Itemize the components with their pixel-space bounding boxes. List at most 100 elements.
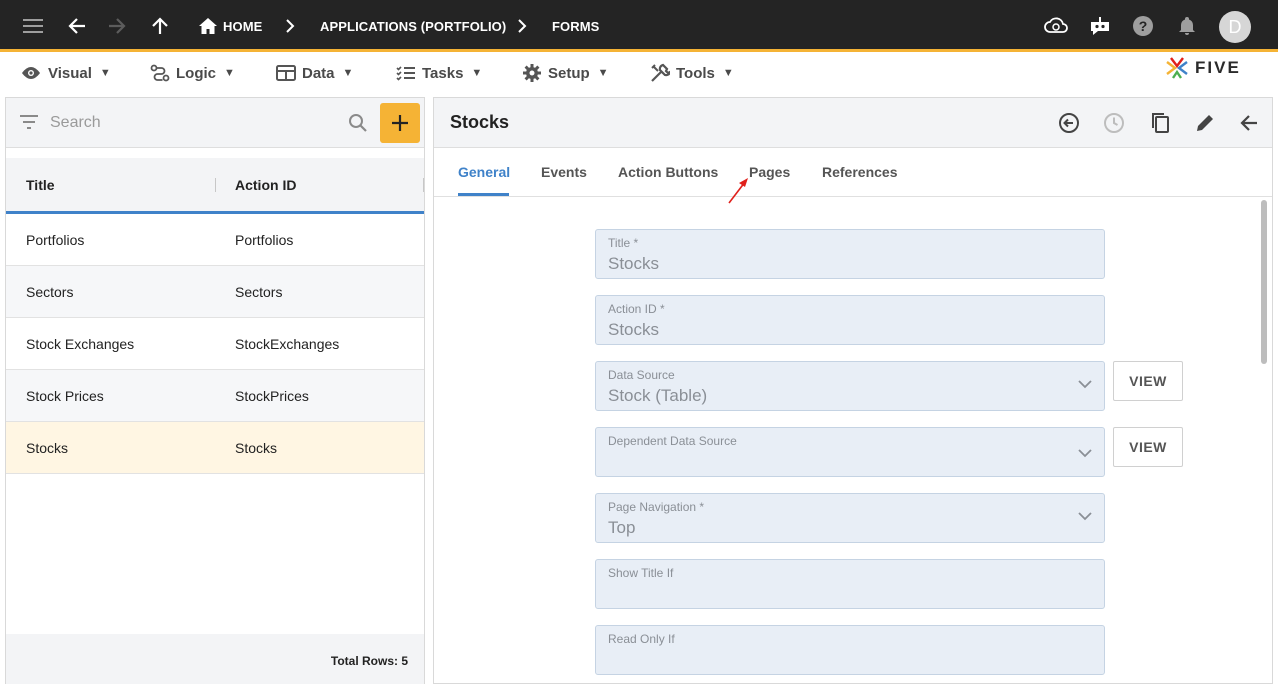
page-title: Stocks <box>450 112 510 132</box>
menu-tools[interactable]: Tools ▼ <box>650 62 734 84</box>
show-title-if-field[interactable]: Show Title If <box>595 559 1105 609</box>
menu-data-label: Data <box>302 64 335 82</box>
table-row[interactable]: Stock Exchanges StockExchanges <box>6 318 424 370</box>
caret-down-icon: ▼ <box>342 67 354 79</box>
menu-tasks[interactable]: Tasks ▼ <box>396 62 482 84</box>
dependent-data-source-select[interactable]: Dependent Data Source <box>595 427 1105 477</box>
field-value: Top <box>608 518 636 537</box>
menu-visual[interactable]: Visual ▼ <box>20 62 111 84</box>
five-logo-mark-icon <box>1166 57 1188 79</box>
data-source-view-button[interactable]: VIEW <box>1113 361 1183 401</box>
menu-logic-label: Logic <box>176 64 216 82</box>
breadcrumb-forms[interactable]: FORMS <box>552 19 599 34</box>
add-button[interactable] <box>380 103 420 143</box>
detail-header: Stocks <box>434 98 1272 148</box>
cell-action-id: Sectors <box>235 284 283 300</box>
tab-events[interactable]: Events <box>541 164 587 180</box>
tab-references[interactable]: References <box>822 164 898 180</box>
tab-action-buttons[interactable]: Action Buttons <box>618 164 718 180</box>
caret-down-icon: ▼ <box>471 67 483 79</box>
back-arrow-icon[interactable] <box>63 12 91 40</box>
breadcrumb-home[interactable]: HOME <box>223 19 262 34</box>
field-label: Action ID * <box>608 302 665 316</box>
main-menu-bar: Visual ▼ Logic ▼ Data ▼ Tasks ▼ Setup ▼ … <box>0 55 1278 91</box>
chevron-right-icon <box>276 12 304 40</box>
chevron-down-icon <box>1078 449 1092 458</box>
caret-down-icon: ▼ <box>597 67 609 79</box>
clock-icon[interactable] <box>1100 109 1128 137</box>
five-logo: FIVE <box>1165 56 1241 80</box>
chat-bot-icon[interactable] <box>1086 12 1114 40</box>
svg-text:?: ? <box>1139 18 1148 34</box>
menu-tools-label: Tools <box>676 64 715 82</box>
cell-title: Sectors <box>26 284 74 300</box>
avatar[interactable]: D <box>1219 11 1251 43</box>
column-header-title[interactable]: Title <box>26 177 55 193</box>
home-icon[interactable] <box>194 12 222 40</box>
field-label: Show Title If <box>608 566 674 580</box>
scrollbar-thumb[interactable] <box>1261 200 1267 364</box>
cell-action-id: StockExchanges <box>235 336 340 352</box>
history-back-icon[interactable] <box>1055 109 1083 137</box>
menu-setup-label: Setup <box>548 64 590 82</box>
data-source-select[interactable]: Data Source Stock (Table) <box>595 361 1105 411</box>
menu-data[interactable]: Data ▼ <box>276 62 353 84</box>
menu-tasks-label: Tasks <box>422 64 464 82</box>
menu-visual-label: Visual <box>48 64 92 82</box>
active-tab-indicator <box>458 193 509 196</box>
page-navigation-select[interactable]: Page Navigation * Top <box>595 493 1105 543</box>
close-back-arrow-icon[interactable] <box>1235 109 1263 137</box>
up-arrow-icon[interactable] <box>146 12 174 40</box>
scrollbar[interactable] <box>1259 198 1269 683</box>
search-input[interactable] <box>50 111 330 135</box>
annotation-arrow-icon <box>728 178 748 204</box>
table-row-selected[interactable]: Stocks Stocks <box>6 422 424 474</box>
field-label: Read Only If <box>608 632 675 646</box>
top-app-bar: HOME APPLICATIONS (PORTFOLIO) FORMS ? D <box>0 0 1278 52</box>
eye-icon <box>22 67 40 79</box>
tab-general[interactable]: General <box>458 164 510 180</box>
cell-action-id: StockPrices <box>235 388 309 404</box>
read-only-if-field[interactable]: Read Only If <box>595 625 1105 675</box>
table-row[interactable]: Portfolios Portfolios <box>6 214 424 266</box>
dependent-data-source-view-button[interactable]: VIEW <box>1113 427 1183 467</box>
detail-tabs: General Events Action Buttons Pages Refe… <box>434 148 1272 197</box>
chevron-down-icon <box>1078 380 1092 389</box>
table-row[interactable]: Sectors Sectors <box>6 266 424 318</box>
action-detail-panel: Stocks General Events Action Buttons Pag… <box>433 97 1273 684</box>
caret-down-icon: ▼ <box>99 67 111 79</box>
five-logo-text: FIVE <box>1195 58 1241 77</box>
field-label: Page Navigation * <box>608 500 705 514</box>
title-field[interactable]: Title * Stocks <box>595 229 1105 279</box>
forward-arrow-icon[interactable] <box>103 12 131 40</box>
tools-icon <box>651 63 670 82</box>
action-id-field[interactable]: Action ID * Stocks <box>595 295 1105 345</box>
field-label: Data Source <box>608 368 675 382</box>
column-divider[interactable] <box>215 178 216 192</box>
tab-pages[interactable]: Pages <box>749 164 790 180</box>
cell-title: Portfolios <box>26 232 85 248</box>
bell-icon[interactable] <box>1173 12 1201 40</box>
cloud-sync-icon[interactable] <box>1042 12 1070 40</box>
field-value: Stocks <box>608 320 660 339</box>
column-divider[interactable] <box>423 178 424 192</box>
caret-down-icon: ▼ <box>224 67 235 79</box>
chevron-right-icon <box>508 12 536 40</box>
checklist-icon <box>396 66 415 81</box>
filter-icon[interactable] <box>20 115 38 129</box>
table-row[interactable]: Stock Prices StockPrices <box>6 370 424 422</box>
field-label: Title * <box>608 236 639 250</box>
search-icon[interactable] <box>348 113 368 133</box>
menu-logic[interactable]: Logic ▼ <box>150 62 235 84</box>
help-icon[interactable]: ? <box>1129 12 1157 40</box>
search-bar <box>6 98 424 148</box>
field-value: Stocks <box>608 254 660 273</box>
cell-action-id: Portfolios <box>235 232 294 248</box>
copy-icon[interactable] <box>1146 109 1174 137</box>
breadcrumb-applications[interactable]: APPLICATIONS (PORTFOLIO) <box>320 19 506 34</box>
column-header-action-id[interactable]: Action ID <box>235 177 296 193</box>
menu-setup[interactable]: Setup ▼ <box>522 62 609 84</box>
total-rows-count: Total Rows: 5 <box>330 654 408 668</box>
menu-icon[interactable] <box>19 12 47 40</box>
edit-pencil-icon[interactable] <box>1191 109 1219 137</box>
